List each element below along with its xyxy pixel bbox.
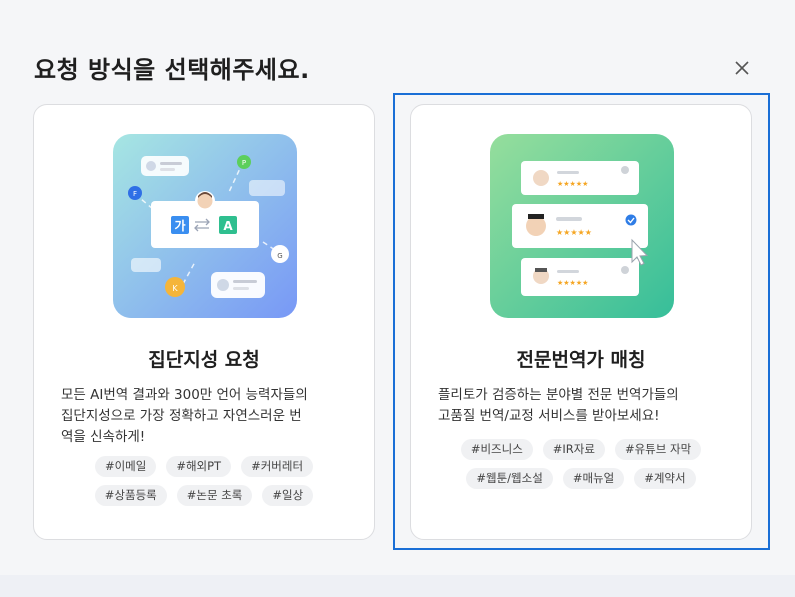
tag-item: #커버레터 bbox=[241, 456, 314, 477]
expert-illustration: ★★★★★ ★★★★★ ★★★★★ bbox=[490, 134, 674, 318]
tag-item: #상품등록 bbox=[94, 485, 167, 506]
rating-stars: ★★★★★ bbox=[556, 228, 592, 237]
tag-item: #웹툰/웹소설 bbox=[466, 468, 553, 489]
option-title-expert: 전문번역가 매칭 bbox=[516, 349, 646, 371]
tag-item: #계약서 bbox=[634, 468, 696, 489]
badge-f: F bbox=[133, 190, 137, 198]
rating-stars: ★★★★★ bbox=[557, 279, 588, 287]
modal-title: 요청 방식을 선택해주세요. bbox=[34, 56, 310, 84]
badge-k: K bbox=[172, 284, 178, 293]
close-button[interactable] bbox=[731, 57, 753, 79]
source-char: 가 bbox=[174, 218, 185, 233]
option-desc-crowd: 모든 AI번역 결과와 300만 언어 능력자들의 집단지성으로 가장 정확하고… bbox=[61, 387, 308, 445]
tag-item: #유튜브 자막 bbox=[614, 439, 702, 460]
tag-item: #매뉴얼 bbox=[562, 468, 625, 489]
tag-item: #비즈니스 bbox=[460, 439, 533, 460]
badge-p: P bbox=[242, 159, 246, 167]
close-icon bbox=[735, 61, 749, 75]
page-footer-strip bbox=[0, 575, 795, 597]
tag-item: #일상 bbox=[262, 485, 314, 506]
badge-g: G bbox=[277, 252, 282, 260]
option-title-crowd: 집단지성 요청 bbox=[148, 349, 260, 371]
request-type-modal: 요청 방식을 선택해주세요. 가 A F P K G 집단지성 요청 모든 AI… bbox=[0, 0, 795, 575]
option-card-crowd[interactable]: 가 A F P K G 집단지성 요청 모든 AI번역 결과와 300만 언어 … bbox=[33, 104, 375, 540]
option-desc-expert: 플리토가 검증하는 분야별 전문 번역가들의 고품질 번역/교정 서비스를 받아… bbox=[438, 387, 679, 424]
tag-list-crowd: #이메일 #해외PT #커버레터 #상품등록 #논문 초록 #일상 bbox=[54, 456, 354, 506]
tag-item: #해외PT bbox=[166, 456, 232, 477]
tag-item: #IR자료 bbox=[542, 439, 605, 460]
rating-stars: ★★★★★ bbox=[557, 180, 588, 188]
tag-item: #이메일 bbox=[94, 456, 157, 477]
target-char: A bbox=[223, 219, 233, 233]
tag-item: #논문 초록 bbox=[176, 485, 253, 506]
option-card-expert[interactable]: ★★★★★ ★★★★★ ★★★★★ 전문번역가 매칭 플리토가 검증하는 분야별… bbox=[410, 104, 752, 540]
crowd-illustration: 가 A F P K G bbox=[113, 134, 297, 318]
tag-list-expert: #비즈니스 #IR자료 #유튜브 자막 #웹툰/웹소설 #매뉴얼 #계약서 bbox=[431, 439, 731, 489]
verified-check-icon bbox=[625, 214, 637, 226]
